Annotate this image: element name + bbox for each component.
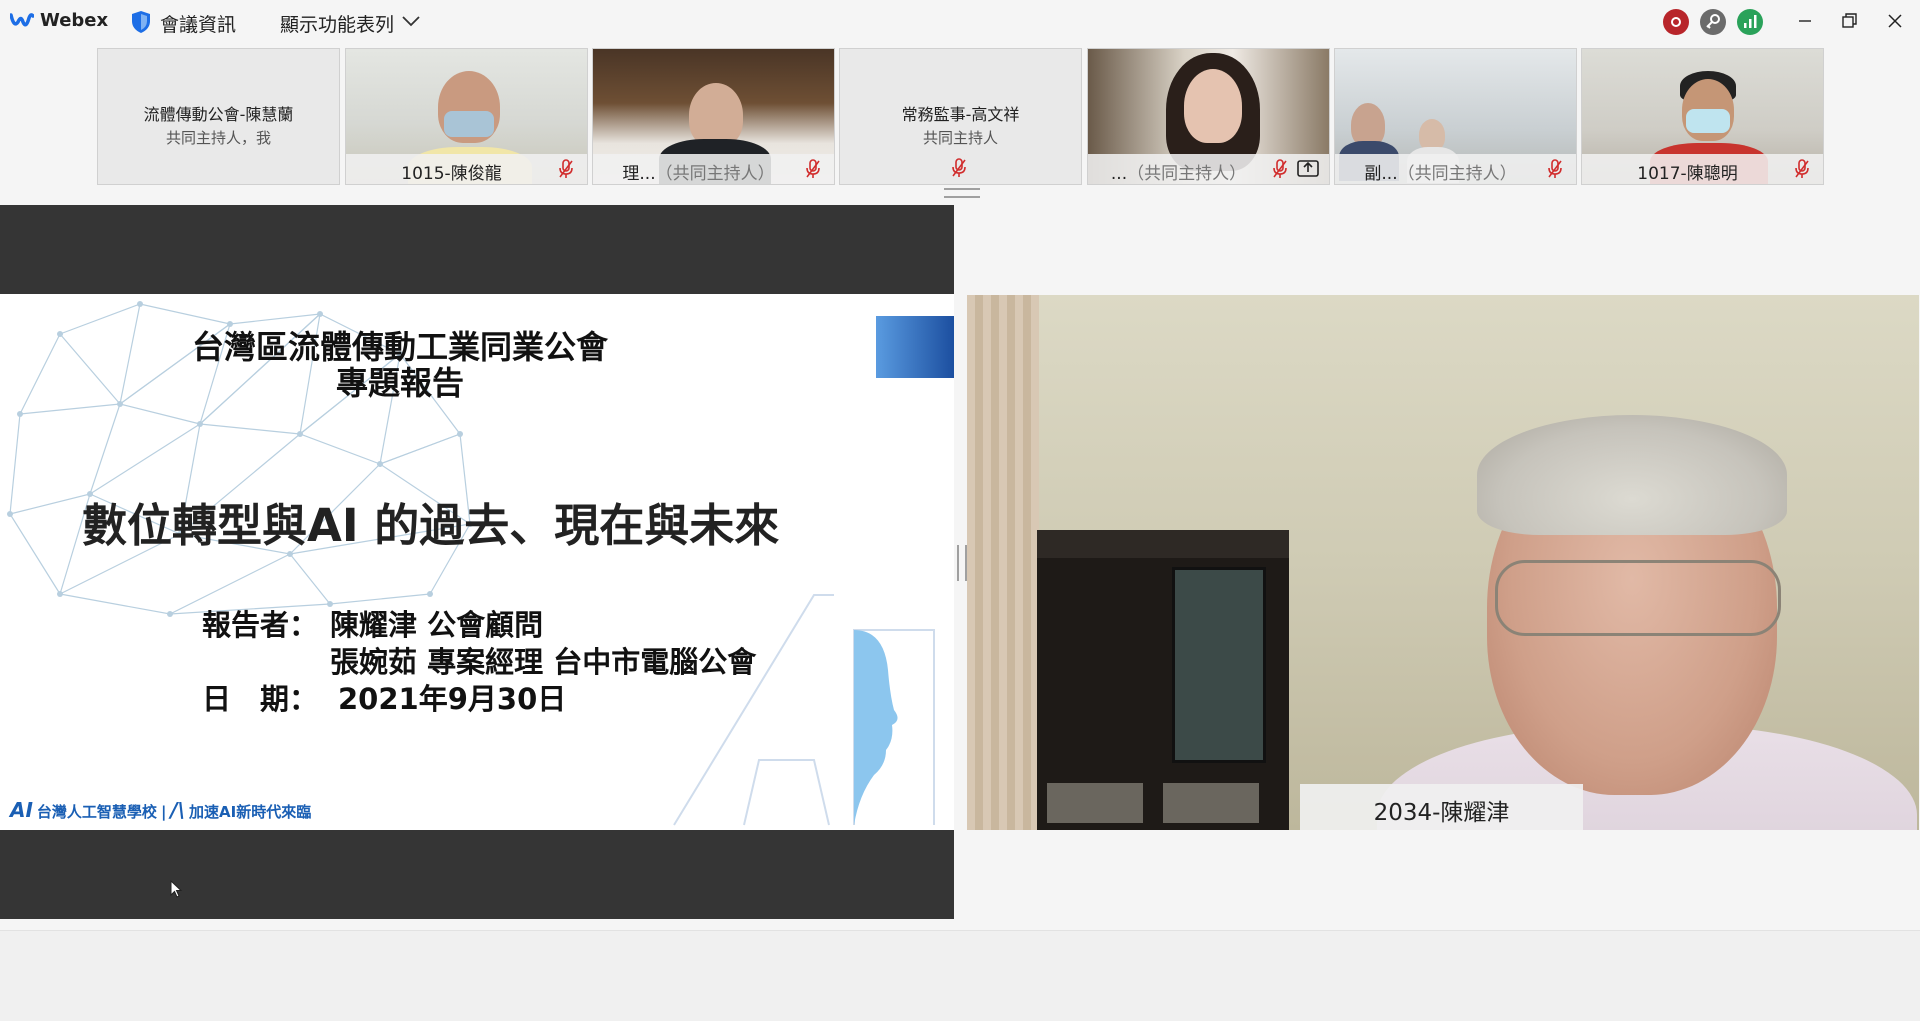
slide-reporter-line2: 張婉茹 專案經理 台中市電腦公會 [330, 645, 757, 679]
show-menu-bar-button[interactable]: 顯示功能表列 [280, 10, 394, 37]
slide-date-label: 日 期： [202, 682, 319, 716]
mic-muted-icon[interactable] [559, 159, 573, 179]
title-bar: Webex 會議資訊 顯示功能表列 [0, 0, 1920, 44]
meeting-info-button[interactable]: 會議資訊 [160, 10, 236, 37]
strip-resize-handle[interactable] [944, 188, 980, 198]
shared-content-area[interactable]: 台灣區流體傳動工業同業公會 專題報告 數位轉型與AI 的過去、現在與未來 報告者… [0, 205, 954, 919]
participant-tile[interactable]: 流體傳動公會-陳慧蘭 共同主持人，我 [97, 48, 340, 185]
chevron-down-icon[interactable] [402, 14, 420, 28]
tile-name-bar: ...（共同主持人） [1088, 154, 1329, 184]
restore-button[interactable] [1829, 6, 1869, 36]
participant-tile[interactable]: 1017-陳聰明 [1581, 48, 1824, 185]
slide-footer-right: 加速AI新時代來臨 [189, 803, 312, 821]
background-cabinet-drawer [1163, 783, 1259, 823]
slide-title-line2: 專題報告 [335, 364, 464, 402]
participant-tile[interactable]: 副...（共同主持人） [1334, 48, 1577, 185]
participant-label-name: ... [1110, 164, 1128, 184]
minimize-button[interactable] [1785, 6, 1825, 36]
slide-reporter-line1: 陳耀津 公會顧問 [330, 608, 544, 642]
mic-muted-icon[interactable] [1795, 159, 1809, 179]
tile-name-bar: 理...（共同主持人） [593, 154, 834, 184]
speaker-name-bar: 2034-陳耀津 [1300, 784, 1583, 830]
participant-label: ...（共同主持人） [1088, 159, 1269, 184]
mic-muted-icon[interactable] [1273, 159, 1287, 179]
mic-muted-icon[interactable] [1548, 159, 1562, 179]
recording-indicator-icon[interactable] [1663, 9, 1689, 35]
speaker-hair [1477, 415, 1787, 535]
background-cabinet-drawer [1047, 783, 1143, 823]
shield-icon[interactable] [131, 10, 151, 34]
tile-name-bar: 1015-陳俊龍 [346, 154, 587, 184]
participant-label: 副...（共同主持人） [1335, 159, 1546, 184]
close-button[interactable] [1875, 6, 1915, 36]
slide-reporter-label: 報告者： [202, 608, 319, 642]
presentation-slide: 台灣區流體傳動工業同業公會 專題報告 數位轉型與AI 的過去、現在與未來 報告者… [0, 294, 954, 830]
slide-ai-decoration [673, 594, 935, 826]
participant-role: 共同主持人 [922, 129, 998, 147]
participant-label-name: 副... [1364, 164, 1398, 184]
participant-label: 1017-陳聰明 [1637, 164, 1738, 184]
tile-name-bar: 副...（共同主持人） [1335, 154, 1576, 184]
ai-accelerate-logo-icon: /\ [170, 798, 186, 822]
ai-school-logo-icon: AI [10, 798, 33, 822]
bottom-area [0, 930, 1920, 1021]
participant-video [689, 83, 743, 147]
mic-muted-icon[interactable] [952, 158, 966, 178]
mic-muted-icon[interactable] [806, 159, 820, 179]
participant-mask [444, 111, 494, 137]
participant-tile[interactable]: 1015-陳俊龍 [345, 48, 588, 185]
slide-footer: AI 台灣人工智慧學校 |/\ 加速AI新時代來臨 [10, 798, 311, 822]
participant-label-role: （共同主持人） [655, 164, 775, 184]
network-signal-icon[interactable] [1737, 9, 1763, 35]
participant-label-role: （共同主持人） [1397, 164, 1517, 184]
speaker-name: 2034-陳耀津 [1373, 800, 1510, 826]
participant-label-name: 理... [622, 164, 656, 184]
share-screen-icon[interactable] [1297, 158, 1319, 178]
participant-tile[interactable]: ...（共同主持人） [1087, 48, 1330, 185]
participant-role: 共同主持人，我 [165, 129, 271, 147]
split-resize-handle[interactable] [957, 545, 967, 581]
tile-info: 常務監事-高文祥 共同主持人 [840, 101, 1081, 148]
participant-video [1184, 69, 1242, 143]
participant-name: 常務監事-高文祥 [901, 105, 1020, 124]
participant-name: 流體傳動公會-陳慧蘭 [143, 105, 294, 124]
active-speaker-video[interactable] [967, 295, 1919, 830]
slide-date-value: 2021年9月30日 [338, 682, 567, 716]
participant-tile[interactable]: 常務監事-高文祥 共同主持人 [839, 48, 1082, 185]
background-curtain [967, 295, 1039, 830]
participant-label: 1015-陳俊龍 [401, 164, 502, 184]
tile-name-bar: 1017-陳聰明 [1582, 154, 1823, 184]
key-icon[interactable] [1700, 9, 1726, 35]
slide-footer-left: 台灣人工智慧學校 [36, 803, 157, 821]
participant-tile[interactable]: 理...（共同主持人） [592, 48, 835, 185]
footer-separator: | [160, 803, 167, 821]
webex-logo-icon [10, 13, 34, 27]
mouse-cursor-icon [170, 880, 183, 898]
speaker-glasses [1495, 560, 1781, 636]
slide-accent-box [876, 316, 954, 378]
background-cabinet-top [1037, 530, 1289, 558]
participant-label: 理...（共同主持人） [593, 159, 804, 184]
participant-label-role: （共同主持人） [1127, 164, 1247, 184]
app-name: Webex [40, 10, 109, 31]
participant-mask [1686, 109, 1730, 133]
background-cabinet-glass [1172, 567, 1266, 763]
tile-info: 流體傳動公會-陳慧蘭 共同主持人，我 [98, 101, 339, 148]
slide-main-title: 數位轉型與AI 的過去、現在與未來 [82, 499, 780, 552]
